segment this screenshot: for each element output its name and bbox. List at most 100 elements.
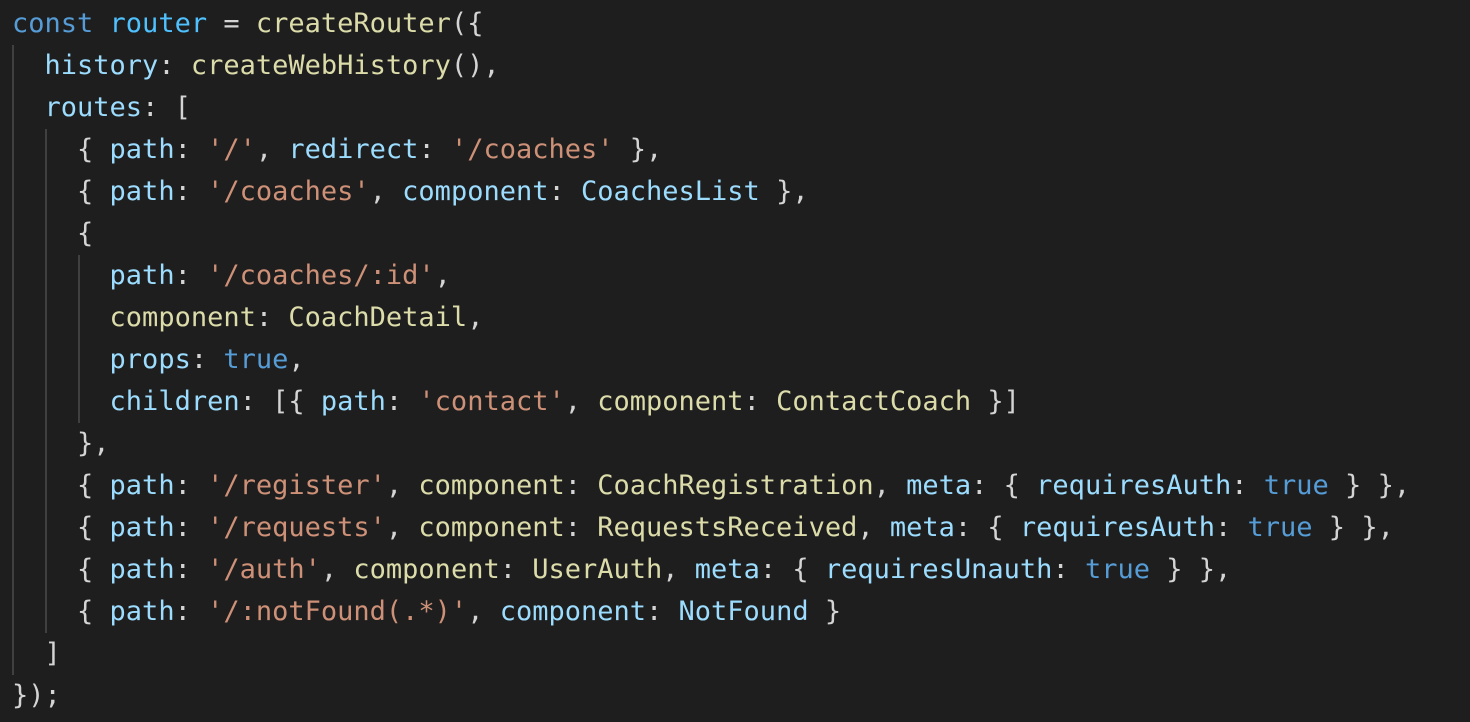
indent-guide xyxy=(45,255,47,297)
indent-guide xyxy=(12,297,14,339)
code-token: 'contact' xyxy=(418,386,565,417)
indent-guide xyxy=(45,465,47,507)
code-token: UserAuth xyxy=(532,554,663,585)
code-token: , xyxy=(873,470,907,501)
code-token: requiresAuth xyxy=(1036,470,1232,501)
indent-guide xyxy=(45,423,47,465)
code-token: '/coaches' xyxy=(450,134,614,165)
indent-guide xyxy=(45,297,47,339)
indent-guide xyxy=(12,507,14,549)
code-token: component xyxy=(499,596,647,627)
code-lines: const router = createRouter({ history: c… xyxy=(12,3,1410,717)
indent-guide xyxy=(12,381,14,423)
indent-guide xyxy=(12,255,14,297)
code-token: } }, xyxy=(1312,512,1394,543)
indent-guide xyxy=(45,213,47,255)
code-token: , xyxy=(467,302,484,333)
code-line: }); xyxy=(12,675,1410,717)
code-line: props: true, xyxy=(12,339,1410,381)
code-token: : xyxy=(743,386,777,417)
code-token: : xyxy=(1215,512,1248,543)
code-token: '/coaches' xyxy=(207,176,370,207)
code-line: { path: '/auth', component: UserAuth, me… xyxy=(12,549,1410,591)
code-token: (), xyxy=(450,50,500,81)
indent-guide xyxy=(45,549,47,591)
code-token: , xyxy=(255,134,289,165)
code-line: { path: '/requests', component: Requests… xyxy=(12,507,1410,549)
code-token: '/:notFound(.*)' xyxy=(207,596,468,627)
code-token: , xyxy=(662,554,695,585)
code-token: { xyxy=(77,470,110,501)
code-token: component xyxy=(418,512,565,543)
code-token: { xyxy=(77,512,110,543)
code-token: meta xyxy=(694,554,760,585)
indent-guide xyxy=(12,87,14,129)
code-token: history xyxy=(44,50,159,81)
code-token: requiresUnauth xyxy=(824,554,1053,585)
indent-guide xyxy=(12,213,14,255)
code-line: { path: '/:notFound(.*)', component: Not… xyxy=(12,591,1410,633)
code-token: : xyxy=(174,134,208,165)
code-token: props xyxy=(109,344,191,375)
code-token: component xyxy=(402,176,549,207)
code-token: requiresAuth xyxy=(1019,512,1215,543)
code-token: meta xyxy=(906,470,972,501)
code-token: }] xyxy=(971,386,1020,417)
code-token: : xyxy=(255,302,289,333)
code-token: '/requests' xyxy=(207,512,386,543)
code-token: true xyxy=(1263,470,1329,501)
code-token: { xyxy=(77,176,110,207)
code-token: RequestsReceived xyxy=(597,512,858,543)
code-token: : [ xyxy=(142,92,191,123)
code-token: path xyxy=(109,260,175,291)
indent-guide xyxy=(12,45,14,87)
code-token: '/register' xyxy=(207,470,386,501)
code-line: }, xyxy=(12,423,1410,465)
code-line: const router = createRouter({ xyxy=(12,3,1410,45)
indent-guide xyxy=(78,255,80,297)
code-token: createWebHistory xyxy=(190,50,451,81)
code-token: , xyxy=(857,512,890,543)
code-token: path xyxy=(320,386,386,417)
code-token: : xyxy=(499,554,533,585)
code-line: { path: '/register', component: CoachReg… xyxy=(12,465,1410,507)
code-token: CoachRegistration xyxy=(597,470,874,501)
code-line: component: CoachDetail, xyxy=(12,297,1410,339)
code-token: : xyxy=(385,386,419,417)
code-token: path xyxy=(109,176,175,207)
code-token: component xyxy=(109,302,256,333)
code-token: }, xyxy=(613,134,663,165)
code-line: routes: [ xyxy=(12,87,1410,129)
code-token: NotFound xyxy=(678,596,809,627)
indent-guide xyxy=(45,507,47,549)
code-token: router xyxy=(109,8,208,39)
code-token: }, xyxy=(77,428,110,459)
code-token: path xyxy=(109,554,175,585)
code-editor[interactable]: const router = createRouter({ history: c… xyxy=(0,0,1470,722)
code-token: } }, xyxy=(1328,470,1411,501)
code-token: , xyxy=(385,470,419,501)
indent-guide xyxy=(12,591,14,633)
code-token: : { xyxy=(759,554,825,585)
code-token: meta xyxy=(889,512,955,543)
code-token: { xyxy=(77,134,110,165)
code-token: : xyxy=(1052,554,1085,585)
code-token: }, xyxy=(759,176,809,207)
code-token: } xyxy=(808,596,842,627)
code-token: true xyxy=(1247,512,1313,543)
indent-guide xyxy=(78,339,80,381)
code-token: routes xyxy=(44,92,143,123)
code-token: , xyxy=(288,344,305,375)
code-token: : xyxy=(418,134,451,165)
code-token: { xyxy=(77,218,94,249)
code-line: history: createWebHistory(), xyxy=(12,45,1410,87)
code-line: ] xyxy=(12,633,1410,675)
code-token: component xyxy=(597,386,744,417)
code-token: : xyxy=(158,50,191,81)
indent-guide xyxy=(78,297,80,339)
code-token: , xyxy=(467,596,500,627)
code-token: : xyxy=(174,554,208,585)
indent-guide xyxy=(45,339,47,381)
